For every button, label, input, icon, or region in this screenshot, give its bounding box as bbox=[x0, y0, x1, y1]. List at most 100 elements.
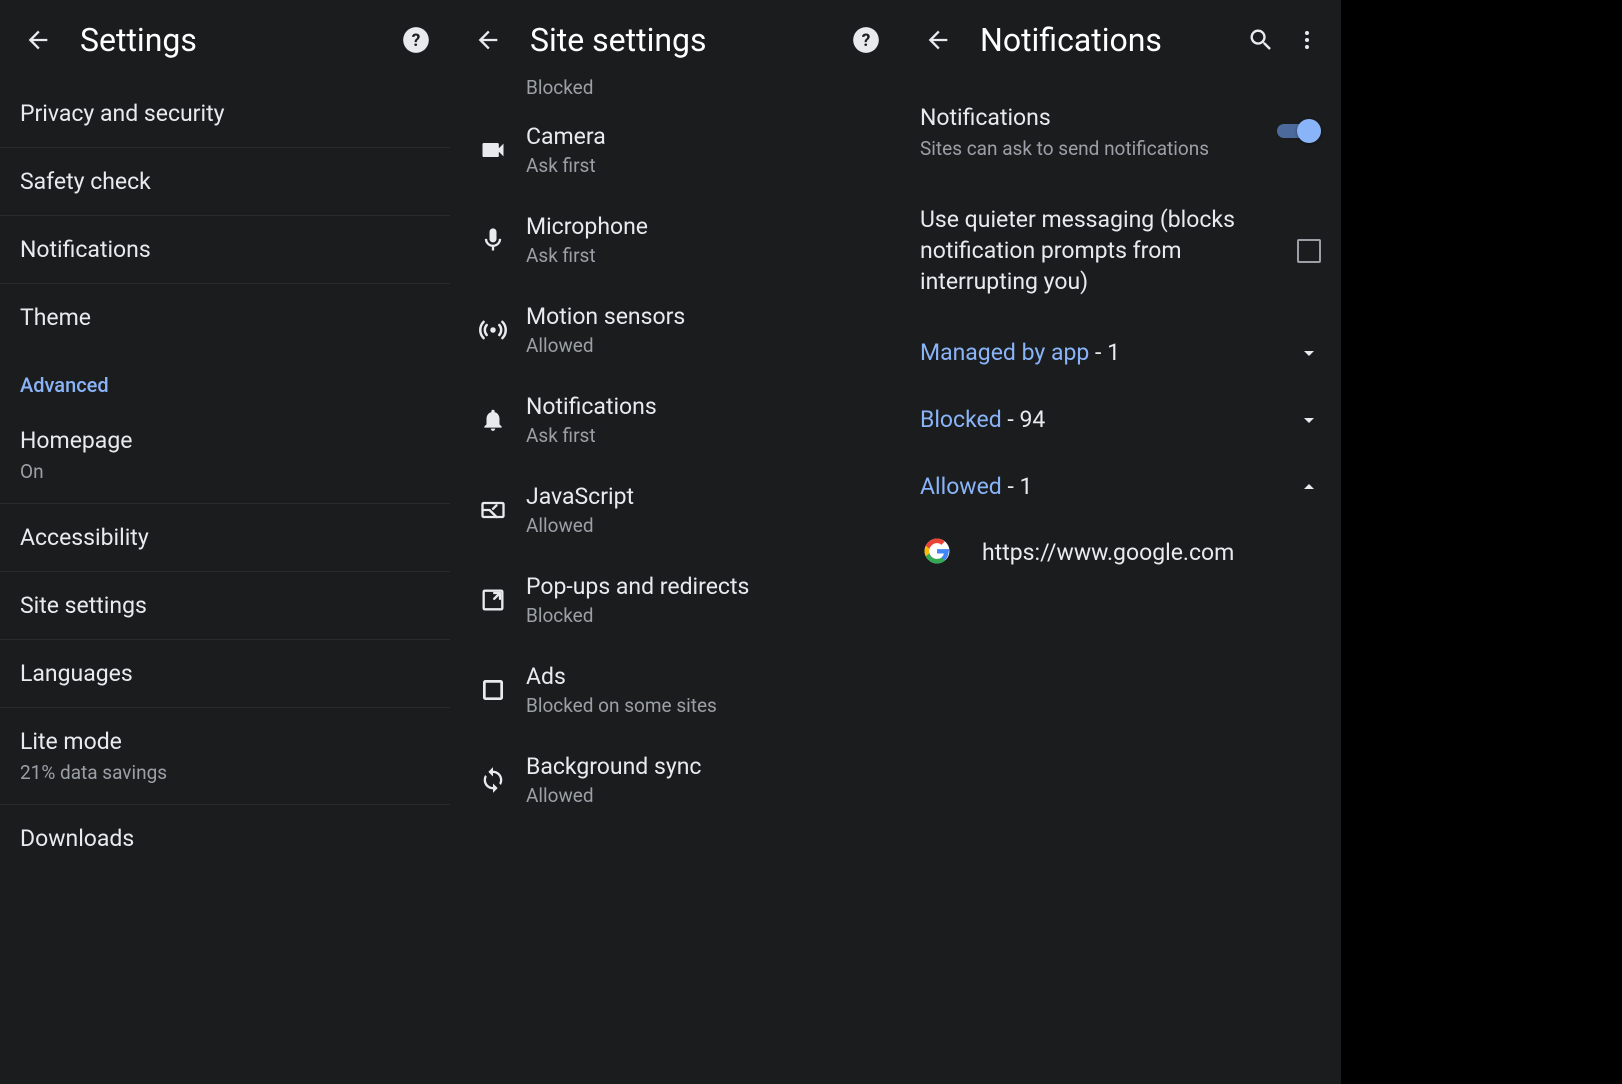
sublabel: On bbox=[20, 460, 430, 483]
category-label: Managed by app bbox=[920, 339, 1089, 366]
site-setting-camera[interactable]: Camera Ask first bbox=[450, 105, 900, 195]
more-vert-icon bbox=[1295, 28, 1319, 52]
site-settings-title: Site settings bbox=[530, 21, 840, 59]
settings-list: Privacy and security Safety check Notifi… bbox=[0, 80, 450, 872]
label: Camera bbox=[526, 123, 880, 150]
settings-item-theme[interactable]: Theme bbox=[0, 284, 450, 351]
site-setting-background-sync[interactable]: Background syncAllowed bbox=[450, 735, 900, 825]
back-arrow-icon bbox=[474, 26, 502, 54]
settings-panel: Settings ? Privacy and security Safety c… bbox=[0, 0, 450, 1084]
site-setting-microphone[interactable]: Microphone Ask first bbox=[450, 195, 900, 285]
chevron-up-icon bbox=[1297, 475, 1321, 499]
svg-text:?: ? bbox=[412, 31, 421, 51]
label: Downloads bbox=[20, 825, 430, 852]
label: Microphone bbox=[526, 213, 880, 240]
notifications-toggle-row[interactable]: Notifications Sites can ask to send noti… bbox=[900, 80, 1341, 182]
category-count: - 1 bbox=[1002, 473, 1033, 500]
sublabel: 21% data savings bbox=[20, 761, 430, 784]
quieter-checkbox[interactable] bbox=[1297, 239, 1321, 263]
site-settings-header: Site settings ? bbox=[450, 0, 900, 80]
label: Use quieter messaging (blocks notificati… bbox=[920, 204, 1281, 297]
settings-item-safety-check[interactable]: Safety check bbox=[0, 148, 450, 216]
back-button[interactable] bbox=[464, 16, 512, 64]
sublabel: Ask first bbox=[526, 244, 880, 267]
more-button[interactable] bbox=[1287, 20, 1327, 60]
chevron-down-icon bbox=[1297, 408, 1321, 432]
label: Safety check bbox=[20, 168, 430, 195]
javascript-icon bbox=[466, 496, 520, 524]
sublabel: Sites can ask to send notifications bbox=[920, 137, 1261, 160]
popup-icon bbox=[466, 586, 520, 614]
site-setting-javascript[interactable]: JavaScript Allowed bbox=[450, 465, 900, 555]
settings-item-privacy[interactable]: Privacy and security bbox=[0, 80, 450, 148]
site-settings-list: Camera Ask first Microphone Ask first Moti… bbox=[450, 105, 900, 825]
sync-icon bbox=[466, 766, 520, 794]
back-button[interactable] bbox=[14, 16, 62, 64]
label: Notifications bbox=[20, 236, 430, 263]
settings-item-site-settings[interactable]: Site settings bbox=[0, 572, 450, 640]
motion-sensors-icon bbox=[466, 315, 520, 345]
back-button[interactable] bbox=[914, 16, 962, 64]
help-button[interactable]: ? bbox=[396, 20, 436, 60]
category-count: - 1 bbox=[1089, 339, 1120, 366]
label: Accessibility bbox=[20, 524, 430, 551]
site-url: https://www.google.com bbox=[982, 539, 1234, 566]
advanced-section-header: Advanced bbox=[0, 351, 450, 407]
sublabel: Blocked on some sites bbox=[526, 694, 880, 717]
category-label: Allowed bbox=[920, 473, 1002, 500]
svg-text:?: ? bbox=[862, 31, 871, 51]
sublabel: Ask first bbox=[526, 424, 880, 447]
label: Ads bbox=[526, 663, 880, 690]
help-icon: ? bbox=[852, 26, 880, 54]
category-label: Blocked bbox=[920, 406, 1002, 433]
label: Background sync bbox=[526, 753, 880, 780]
sublabel: Blocked bbox=[526, 604, 880, 627]
notifications-panel: Notifications Notifications Sites can as… bbox=[900, 0, 1341, 1084]
ads-icon bbox=[466, 677, 520, 703]
settings-item-downloads[interactable]: Downloads bbox=[0, 805, 450, 872]
notifications-toggle[interactable] bbox=[1277, 119, 1321, 143]
truncated-row-sub: Blocked bbox=[450, 76, 900, 99]
sublabel: Ask first bbox=[526, 154, 880, 177]
help-icon: ? bbox=[402, 26, 430, 54]
settings-item-accessibility[interactable]: Accessibility bbox=[0, 504, 450, 572]
camera-icon bbox=[466, 136, 520, 164]
label: Motion sensors bbox=[526, 303, 880, 330]
label: Notifications bbox=[526, 393, 880, 420]
sublabel: Allowed bbox=[526, 334, 880, 357]
category-allowed[interactable]: Allowed - 1 bbox=[900, 453, 1341, 520]
google-favicon-icon bbox=[924, 538, 952, 566]
site-settings-panel: Site settings ? Blocked Camera Ask first … bbox=[450, 0, 900, 1084]
bell-icon bbox=[466, 407, 520, 433]
category-blocked[interactable]: Blocked - 94 bbox=[900, 386, 1341, 453]
site-setting-popups[interactable]: Pop-ups and redirects Blocked bbox=[450, 555, 900, 645]
notifications-header: Notifications bbox=[900, 0, 1341, 80]
settings-item-lite-mode[interactable]: Lite mode 21% data savings bbox=[0, 708, 450, 805]
label: Privacy and security bbox=[20, 100, 430, 127]
help-button[interactable]: ? bbox=[846, 20, 886, 60]
site-setting-motion-sensors[interactable]: Motion sensors Allowed bbox=[450, 285, 900, 375]
settings-item-languages[interactable]: Languages bbox=[0, 640, 450, 708]
label: Theme bbox=[20, 304, 430, 331]
settings-item-homepage[interactable]: Homepage On bbox=[0, 407, 450, 504]
label: Pop-ups and redirects bbox=[526, 573, 880, 600]
back-arrow-icon bbox=[24, 26, 52, 54]
settings-header: Settings ? bbox=[0, 0, 450, 80]
category-count: - 94 bbox=[1002, 406, 1046, 433]
sublabel: Allowed bbox=[526, 514, 880, 537]
settings-item-notifications[interactable]: Notifications bbox=[0, 216, 450, 284]
label: Site settings bbox=[20, 592, 430, 619]
label: Notifications bbox=[920, 102, 1261, 133]
site-setting-notifications[interactable]: Notifications Ask first bbox=[450, 375, 900, 465]
chevron-down-icon bbox=[1297, 341, 1321, 365]
search-button[interactable] bbox=[1241, 20, 1281, 60]
site-setting-ads[interactable]: Ads Blocked on some sites bbox=[450, 645, 900, 735]
allowed-site-row[interactable]: https://www.google.com bbox=[900, 520, 1341, 584]
back-arrow-icon bbox=[924, 26, 952, 54]
label: Homepage bbox=[20, 427, 430, 454]
microphone-icon bbox=[466, 226, 520, 254]
category-managed-by-app[interactable]: Managed by app - 1 bbox=[900, 319, 1341, 386]
search-icon bbox=[1247, 26, 1275, 54]
label: JavaScript bbox=[526, 483, 880, 510]
quieter-messaging-row[interactable]: Use quieter messaging (blocks notificati… bbox=[900, 182, 1341, 319]
